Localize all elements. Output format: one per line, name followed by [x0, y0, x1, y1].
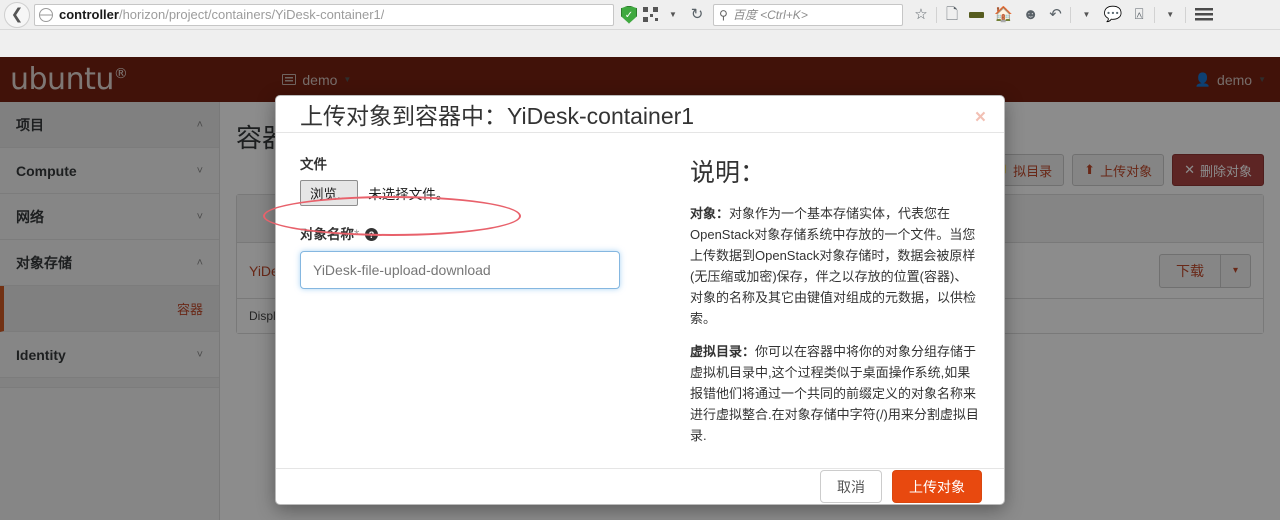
hamburger-menu-icon[interactable] — [1195, 8, 1214, 21]
description-term: 虚拟目录： — [690, 344, 756, 360]
chat-icon[interactable]: 💬 — [1103, 4, 1122, 26]
reader-icon[interactable]: 🗋 — [945, 4, 959, 26]
search-placeholder: 百度 <Ctrl+K> — [732, 8, 808, 22]
file-field-label: 文件 — [300, 156, 327, 172]
modal-form-column: 文件 浏览... 未选择文件。 对象名称* ? — [300, 153, 675, 459]
search-icon: ⚲ — [719, 7, 728, 22]
browse-button[interactable]: 浏览... — [300, 179, 359, 206]
modal-title: 上传对象到容器中：YiDesk-container1 — [300, 102, 695, 129]
toolbar-divider — [936, 6, 937, 23]
star-icon[interactable]: ☆ — [914, 4, 928, 26]
description-paragraph: 虚拟目录：你可以在容器中将你的对象分组存储于虚拟机目录中,这个过程类似于桌面操作… — [690, 341, 980, 446]
description-text: 对象作为一个基本存储实体，代表您在OpenStack对象存储系统中存放的一个文件… — [690, 205, 977, 327]
url-path: /horizon/project/containers/YiDesk-conta… — [118, 7, 385, 22]
address-bar[interactable]: controller/horizon/project/containers/Yi… — [34, 3, 614, 26]
shield-icon[interactable]: ✓ — [621, 5, 637, 24]
cancel-button[interactable]: 取消 — [820, 470, 882, 504]
close-icon[interactable]: × — [975, 108, 986, 127]
object-name-field-label: 对象名称* ? — [300, 223, 665, 243]
qr-code-icon[interactable] — [643, 7, 658, 22]
smiley-icon[interactable]: ☻ — [1023, 4, 1039, 26]
chevron-down-icon[interactable]: ▼ — [666, 4, 680, 26]
submit-upload-button[interactable]: 上传对象 — [892, 470, 982, 504]
required-marker: * — [354, 226, 360, 242]
crop-icon[interactable]: ⍓ — [1132, 4, 1146, 26]
description-term: 对象： — [690, 205, 730, 221]
file-status-text: 未选择文件。 — [368, 186, 450, 202]
modal-footer: 取消 上传对象 — [276, 468, 1004, 504]
chevron-down-icon[interactable]: ▼ — [1163, 4, 1177, 26]
help-icon[interactable]: ? — [365, 228, 379, 242]
search-input[interactable]: ⚲ 百度 <Ctrl+K> — [713, 3, 903, 26]
object-name-label-text: 对象名称 — [300, 226, 354, 242]
toolbar-divider — [1070, 6, 1072, 23]
upload-object-modal: 上传对象到容器中：YiDesk-container1 × 文件 浏览... 未选… — [275, 95, 1005, 505]
globe-icon — [39, 7, 53, 22]
description-paragraph: 对象：对象作为一个基本存储实体，代表您在OpenStack对象存储系统中存放的一… — [690, 203, 980, 329]
chevron-down-icon[interactable]: ▼ — [1079, 4, 1093, 26]
url-host: controller — [59, 7, 119, 22]
modal-description-column: 说明： 对象：对象作为一个基本存储实体，代表您在OpenStack对象存储系统中… — [675, 153, 980, 459]
dash-icon[interactable] — [969, 11, 984, 18]
toolbar-divider — [1185, 6, 1187, 23]
modal-header: 上传对象到容器中：YiDesk-container1 × — [276, 96, 1004, 133]
file-input-row: 浏览... 未选择文件。 — [300, 179, 665, 206]
object-name-input[interactable] — [300, 250, 620, 289]
description-title: 说明： — [690, 158, 766, 187]
home-icon[interactable]: 🏠 — [994, 4, 1013, 26]
reload-icon[interactable]: ↻ — [690, 4, 704, 26]
modal-body: 文件 浏览... 未选择文件。 对象名称* ? 说明： 对象：对象作为一个基本存… — [276, 133, 1004, 469]
toolbar-divider — [1154, 6, 1156, 23]
browser-chrome-filler — [0, 30, 1280, 57]
back-arrow-icon[interactable]: ❮ — [4, 1, 30, 28]
url-text: controller/horizon/project/containers/Yi… — [59, 7, 384, 22]
browser-toolbar: ❮ controller/horizon/project/containers/… — [0, 0, 1280, 30]
undo-icon[interactable]: ↶ — [1048, 4, 1062, 26]
